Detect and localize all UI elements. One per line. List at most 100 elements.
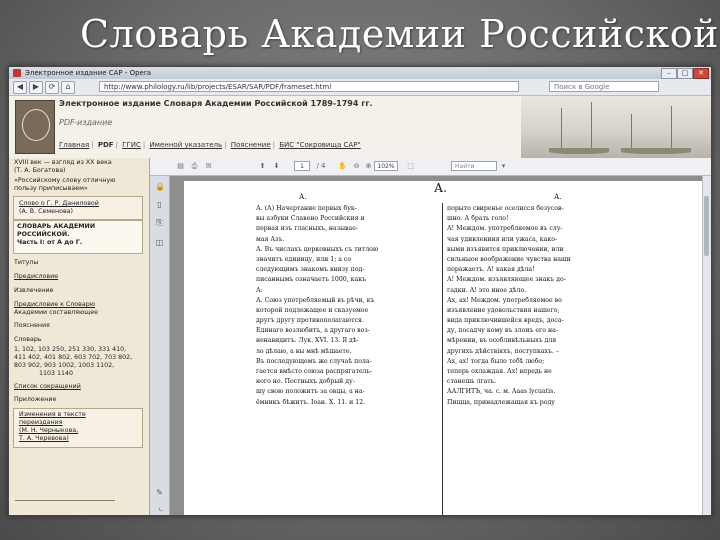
text-line: другихъ дѣйствіяхъ, поступкахъ. – — [447, 347, 559, 355]
right-column-text: порыто свиренье оселисся безусов-шно. А … — [447, 204, 637, 408]
sidebar-item[interactable]: XVIII век — взгляд из XX века — [14, 159, 112, 167]
pdf-toolbar: ▤ ⎙ ✉ ⬆ ⬇ 1 / 4 ✋ ⊖ ⊕ 102% ⬚ Найти ▾ — [150, 158, 711, 176]
text-line: А! Междом. употребляемое въ слу- — [447, 225, 563, 233]
print-icon[interactable]: ⎙ — [190, 162, 199, 171]
window-title: Электронное издание САР - Opera — [25, 69, 152, 77]
text-line: изъявление удовольствия нашего, — [447, 306, 560, 314]
text-line: ёмникъ бѣжитъ. Іоан. X. 11. и 12. — [256, 398, 366, 406]
text-line: станешь лгать. — [447, 378, 497, 386]
nav-link-name-index[interactable]: Именной указатель — [149, 141, 222, 149]
text-line: гается вмѣсто союза распрягатель- — [256, 368, 373, 375]
sidebar-page-links[interactable]: 1103 1140 — [39, 370, 73, 378]
text-line: следующимъ знакомъ внизу под- — [256, 266, 365, 274]
sidebar-item-active[interactable]: РОССИЙСКОЙ. — [17, 231, 70, 239]
fit-page-icon[interactable]: ⬚ — [406, 162, 415, 171]
sidebar-page-links[interactable]: 411 402, 401 802, 603 702, 703 802, — [14, 354, 132, 362]
pages-icon[interactable]: ▯ — [155, 200, 164, 210]
email-icon[interactable]: ✉ — [204, 162, 213, 171]
text-line: Пищца, принадлежащая къ роду — [447, 398, 555, 406]
sidebar-item-dictionary[interactable]: Словарь — [14, 336, 42, 344]
attachments-icon[interactable]: ⎘ — [155, 218, 164, 228]
sidebar-item[interactable]: (М. Н. Черныкова, — [19, 427, 78, 435]
text-line: шу свою положитъ за овцы, а на- — [256, 388, 365, 396]
sidebar-item[interactable]: Академии составляющее — [14, 309, 98, 317]
next-page-icon[interactable]: ⬇ — [272, 162, 281, 171]
lock-icon[interactable]: 🔒 — [155, 182, 165, 192]
left-column-text: А. (А) Начертание первых бук-вы азбуки С… — [256, 204, 438, 408]
scrollbar-thumb[interactable] — [704, 196, 709, 256]
sidebar-item[interactable]: переиздания — [19, 419, 63, 427]
text-line: вида приключившейся вредъ, доса- — [447, 317, 564, 325]
text-line: мѣрении, въ особливѣльныхъ для — [447, 337, 557, 345]
sidebar-item[interactable]: Пояснения — [14, 322, 50, 330]
page-scrollbar[interactable] — [702, 176, 711, 515]
sidebar-item[interactable]: Т. А. Черевова) — [19, 435, 69, 443]
forward-button[interactable]: ▶ — [29, 81, 43, 94]
nav-link-pdf[interactable]: PDF — [98, 141, 114, 149]
sidebar-page-links[interactable]: 1, 102, 103 250, 251 330, 331 410, — [14, 346, 126, 354]
address-bar-row: ◀ ▶ ⟳ ⌂ http://www.philology.ru/lib/proj… — [9, 79, 711, 96]
text-line: первая изъ гласныхъ, называе- — [256, 225, 358, 233]
nav-link-explanation[interactable]: Пояснение — [231, 141, 271, 149]
sidebar-item[interactable]: Слово о Г. Р. Даниловой — [19, 200, 99, 208]
right-column-header: А. — [554, 193, 562, 201]
site-header: Электронное издание Словаря Академии Рос… — [9, 96, 711, 158]
sidebar-item[interactable]: Список сокращений — [14, 383, 81, 391]
sidebar-item-active[interactable]: Часть I: от А до Г. — [17, 239, 82, 247]
text-line: А. Въ числахъ церковныхъ съ титлою — [256, 245, 379, 253]
site-subtitle: PDF-издание — [59, 118, 113, 127]
url-input[interactable]: http://www.philology.ru/lib/projects/ESA… — [99, 81, 519, 92]
zoom-level-select[interactable]: 102% — [374, 161, 398, 171]
prev-page-icon[interactable]: ⬆ — [258, 162, 267, 171]
column-divider — [442, 203, 443, 515]
find-input[interactable]: Найти — [451, 161, 497, 171]
text-line: которой подлежащее и сказуемое — [256, 306, 369, 314]
comment-icon[interactable]: ✎ — [155, 488, 164, 498]
text-line: гадки. А! это иное дѣло. — [447, 286, 527, 294]
sidebar-page-links[interactable]: 803 902, 903 1002, 1003 1102, — [14, 362, 114, 370]
nav-link-ggis[interactable]: ГГИС — [122, 141, 141, 149]
text-line: поражаетъ. А! какая дѣла! — [447, 266, 535, 274]
text-line: ААЛГИТЪ, ча. с. м. Ааas lycuatis. — [447, 388, 556, 396]
close-button[interactable]: ✕ — [693, 68, 709, 79]
text-line: другъ другу противополагаются. — [256, 317, 364, 325]
sidebar-item[interactable]: Титулы — [14, 259, 38, 267]
layers-icon[interactable]: ◫ — [155, 238, 164, 248]
sidebar-item[interactable]: Приложение — [14, 396, 56, 404]
sidebar-item-active[interactable]: СЛОВАРЬ АКАДЕМИИ — [17, 223, 95, 231]
search-input[interactable]: Поиск в Google — [549, 81, 659, 92]
sidebar-item[interactable]: Предисловие — [14, 273, 58, 281]
hand-tool-icon[interactable]: ✋ — [338, 162, 347, 171]
maximize-button[interactable]: □ — [677, 68, 693, 79]
nav-link-bis[interactable]: БИС "Сокровища САР" — [279, 141, 360, 149]
sidebar-item[interactable]: Извлечение — [14, 287, 53, 295]
find-dropdown-icon[interactable]: ▾ — [499, 162, 508, 171]
save-icon[interactable]: ▤ — [176, 162, 185, 171]
page-number-input[interactable]: 1 — [294, 161, 310, 171]
browser-titlebar: Электронное издание САР - Opera – □ ✕ — [9, 67, 711, 79]
text-line: вы азбуки Славено Российския и — [256, 215, 365, 223]
text-line: значитъ единицу, или 1; а со — [256, 255, 352, 263]
paperclip-icon[interactable]: ⌎ — [155, 506, 164, 515]
zoom-out-icon[interactable]: ⊖ — [352, 162, 361, 171]
text-line: чая удивлениия или ужаса, како- — [447, 235, 558, 243]
text-line: Въ последующемъ же случаѣ пола- — [256, 357, 372, 365]
minimize-button[interactable]: – — [661, 68, 677, 79]
home-button[interactable]: ⌂ — [61, 81, 75, 94]
sidebar-item[interactable]: «Российскому слову отличную — [14, 177, 116, 185]
pdf-viewer: А. А. А. А. (А) Начертание первых бук-вы… — [170, 176, 704, 515]
site-emblem-logo — [15, 100, 55, 154]
sidebar-item[interactable]: пользу приписываем» — [14, 185, 88, 193]
reload-button[interactable]: ⟳ — [45, 81, 59, 94]
nav-link-home[interactable]: Главная — [59, 141, 89, 149]
text-line: А. (А) Начертание первых бук- — [256, 205, 357, 212]
browser-window: Электронное издание САР - Opera – □ ✕ ◀ … — [8, 66, 712, 516]
sidebar-item[interactable]: Изменения в тексте — [19, 411, 86, 419]
sidebar-item[interactable]: Предисловие к Словарю — [14, 301, 95, 309]
zoom-in-icon[interactable]: ⊕ — [364, 162, 373, 171]
text-line: порыто свиренье оселисся безусов- — [447, 205, 564, 212]
text-line: писаннымъ означаетъ 1000, какъ — [256, 276, 367, 284]
text-line: А. Союз употребляемый въ рѣчи, къ — [256, 296, 375, 304]
back-button[interactable]: ◀ — [13, 81, 27, 94]
text-line: А! Междом. изъявляющее знакъ до- — [447, 276, 566, 284]
